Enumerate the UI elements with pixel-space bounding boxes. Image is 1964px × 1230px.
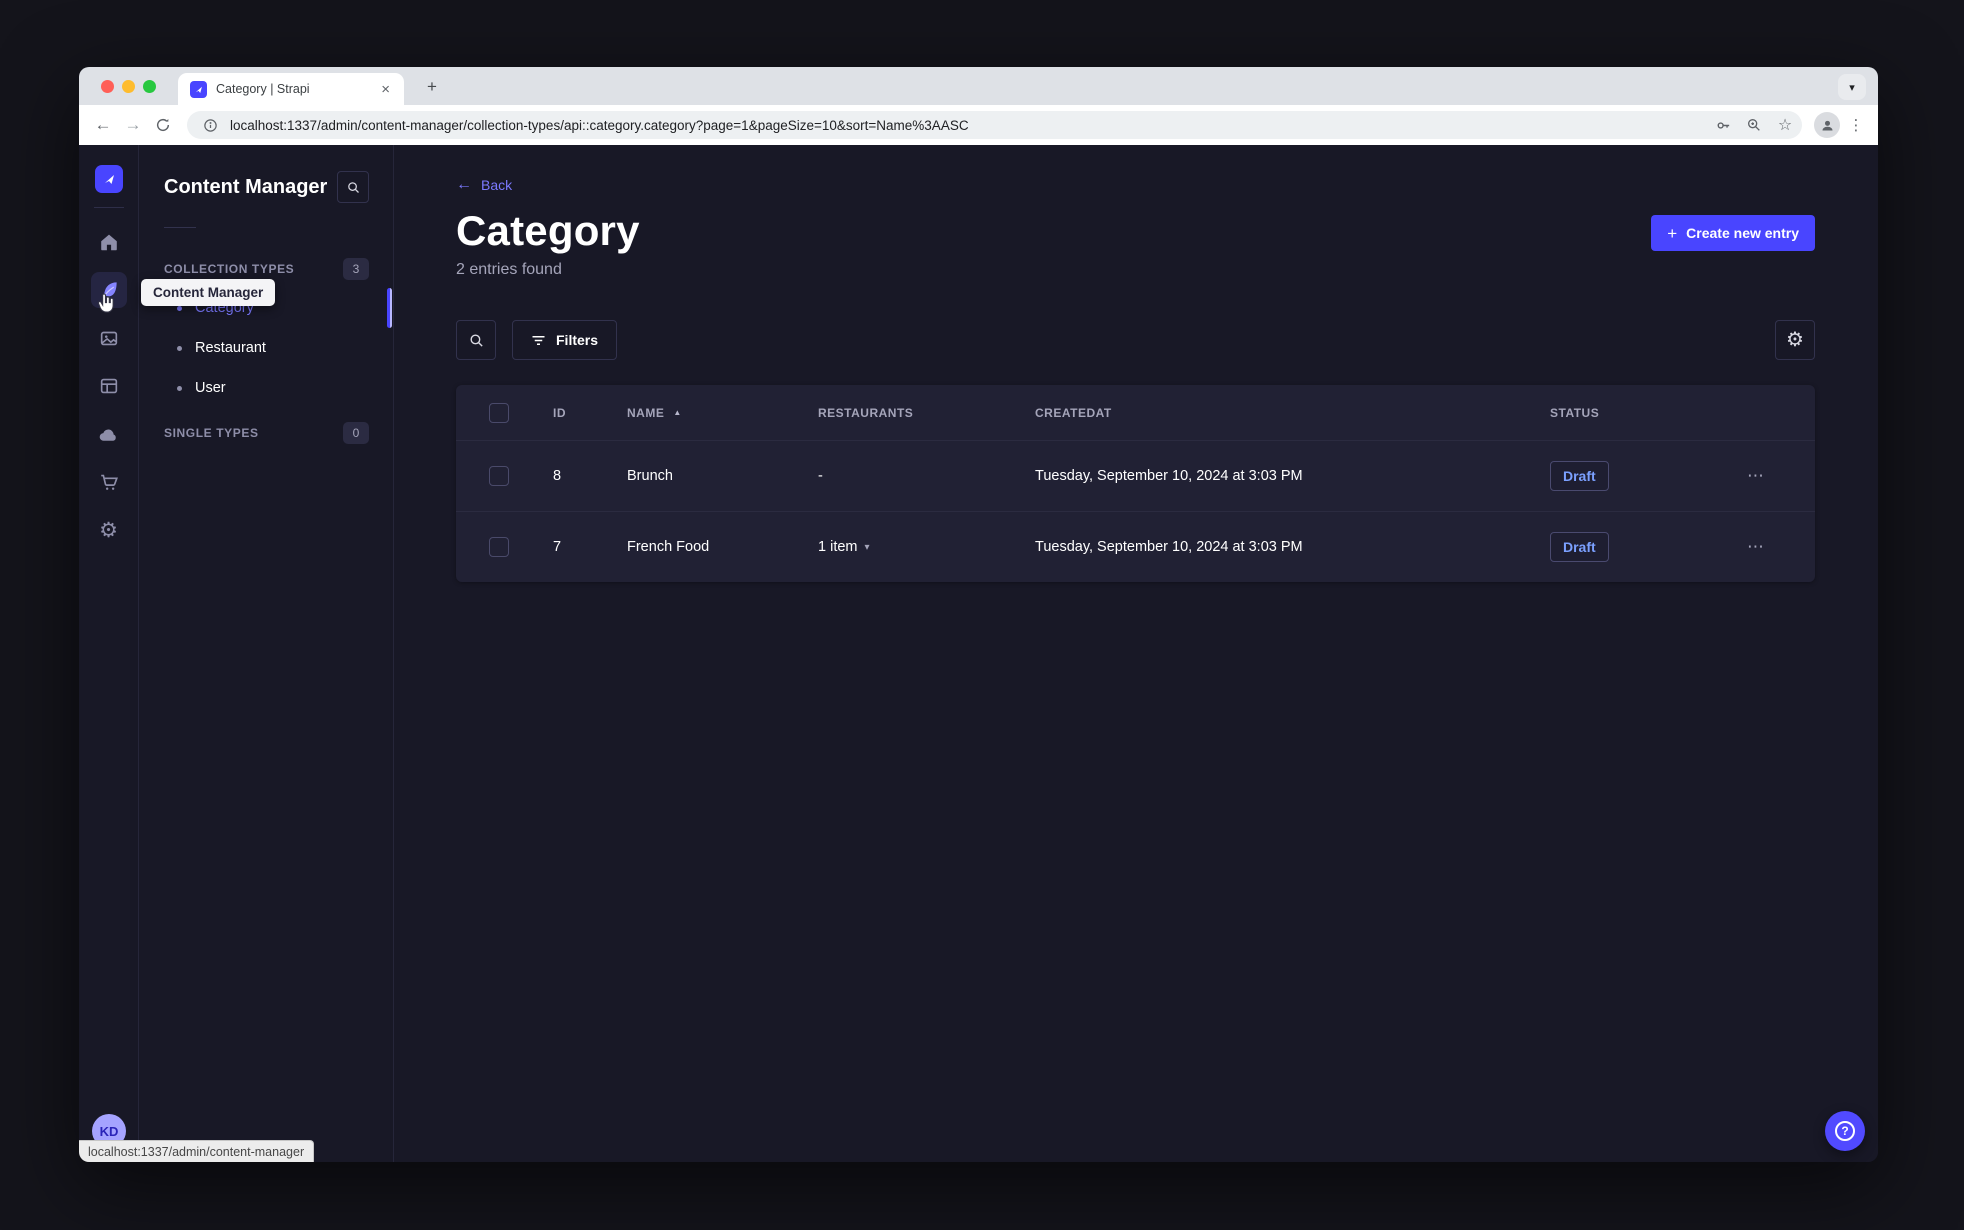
password-key-icon[interactable]	[1712, 114, 1734, 136]
cell-id: 8	[553, 468, 562, 484]
close-window-button[interactable]	[101, 80, 114, 93]
sidebar-item-restaurant[interactable]: Restaurant	[164, 328, 369, 368]
marketplace-cart-icon[interactable]	[91, 464, 127, 500]
select-all-checkbox[interactable]	[489, 402, 509, 423]
settings-gear-icon[interactable]: ⚙	[91, 512, 127, 548]
status-badge: Draft	[1550, 532, 1609, 562]
tab-search-chevron-icon[interactable]: ▾	[1838, 74, 1866, 100]
browser-tab[interactable]: Category | Strapi ×	[178, 73, 404, 105]
browser-toolbar: ← → localhost:1337/admin/content-manager…	[79, 105, 1878, 145]
tab-close-icon[interactable]: ×	[377, 80, 394, 99]
bullet-icon	[177, 305, 182, 311]
sidebar-item-label: User	[195, 380, 226, 396]
new-tab-button[interactable]: +	[419, 74, 445, 100]
browser-menu-icon[interactable]: ⋮	[1844, 116, 1868, 134]
row-checkbox[interactable]	[489, 537, 509, 557]
column-header-id[interactable]: ID	[553, 406, 627, 420]
search-button[interactable]	[456, 320, 496, 360]
filter-icon	[532, 335, 545, 345]
single-types-label: SINGLE TYPES	[164, 426, 259, 440]
cell-name: Brunch	[627, 468, 673, 484]
cloud-icon[interactable]	[91, 416, 127, 452]
table-row[interactable]: 8 Brunch - Tuesday, September 10, 2024 a…	[456, 440, 1815, 511]
bookmark-star-icon[interactable]: ☆	[1774, 114, 1796, 136]
browser-reload-button[interactable]	[149, 111, 177, 139]
home-icon[interactable]	[91, 224, 127, 260]
rail-divider	[93, 207, 124, 208]
subnav-search-button[interactable]	[337, 171, 369, 203]
table-row[interactable]: 7 French Food 1 item ▾ Tuesday, Septembe…	[456, 511, 1815, 582]
bullet-icon	[177, 345, 182, 351]
page-info-icon[interactable]	[199, 114, 221, 136]
strapi-favicon	[190, 80, 207, 98]
sidebar-item-label: Restaurant	[195, 340, 266, 356]
cell-restaurants[interactable]: 1 item ▾	[818, 539, 1035, 555]
cell-name: French Food	[627, 539, 710, 555]
back-label: Back	[481, 177, 513, 193]
back-link[interactable]: ← Back	[456, 176, 513, 194]
create-new-entry-button[interactable]: + Create new entry	[1651, 215, 1815, 251]
row-actions-icon[interactable]: ⋯	[1746, 537, 1815, 557]
content-type-builder-icon[interactable]	[91, 368, 127, 404]
plus-icon: +	[1667, 223, 1678, 243]
strapi-admin: ⚙ KD Content Manager COLLECTION TYPES 3	[79, 145, 1878, 1162]
cell-id: 7	[553, 539, 562, 555]
content-manager-tooltip: Content Manager	[141, 279, 276, 306]
column-header-createdat[interactable]: CREATEDAT	[1035, 406, 1550, 420]
browser-window: Category | Strapi × + ▾ ← → localhost:13…	[79, 67, 1878, 1162]
media-library-icon[interactable]	[91, 320, 127, 356]
column-header-name[interactable]: NAME ▲	[627, 406, 818, 420]
main-nav-rail: ⚙ KD	[79, 145, 139, 1162]
row-checkbox[interactable]	[489, 466, 509, 486]
help-icon: ?	[1835, 1121, 1855, 1141]
main-pane: ← Back Category 2 entries found + Create…	[394, 145, 1878, 1162]
browser-forward-button[interactable]: →	[119, 111, 147, 139]
subnav-title: Content Manager	[164, 175, 328, 198]
sidebar-item-user[interactable]: User	[164, 368, 369, 408]
view-settings-button[interactable]: ⚙	[1775, 320, 1815, 360]
address-bar[interactable]: localhost:1337/admin/content-manager/col…	[187, 111, 1802, 139]
collection-types-label: COLLECTION TYPES	[164, 262, 295, 276]
cell-createdat: Tuesday, September 10, 2024 at 3:03 PM	[1035, 468, 1303, 484]
entries-count: 2 entries found	[456, 261, 562, 278]
minimize-window-button[interactable]	[122, 80, 135, 93]
browser-tab-strip: Category | Strapi × + ▾	[79, 67, 1878, 105]
gear-icon: ⚙	[1786, 329, 1804, 351]
zoom-icon[interactable]	[1743, 114, 1765, 136]
browser-profile-avatar[interactable]	[1814, 112, 1840, 138]
page-title: Category	[456, 207, 640, 254]
url-text[interactable]: localhost:1337/admin/content-manager/col…	[230, 118, 1703, 133]
strapi-logo[interactable]	[94, 165, 123, 193]
cell-restaurants: -	[818, 468, 823, 484]
tab-title: Category | Strapi	[216, 82, 310, 96]
entries-table: ID NAME ▲ RESTAURANTS CREATEDAT STATUS 8…	[456, 385, 1815, 582]
chevron-down-icon: ▾	[864, 541, 870, 553]
single-types-count-badge: 0	[343, 422, 369, 444]
collection-types-count-badge: 3	[343, 258, 369, 280]
subnav-scrollbar-thumb[interactable]	[387, 288, 392, 328]
link-status-tooltip: localhost:1337/admin/content-manager	[79, 1140, 315, 1162]
window-controls	[101, 80, 156, 93]
content-manager-icon[interactable]	[90, 272, 127, 308]
table-header-row: ID NAME ▲ RESTAURANTS CREATEDAT STATUS	[456, 385, 1815, 440]
browser-back-button[interactable]: ←	[89, 111, 117, 139]
bullet-icon	[177, 385, 182, 391]
back-arrow-icon: ←	[456, 176, 472, 193]
help-button[interactable]: ?	[1825, 1111, 1865, 1151]
subnav-divider	[164, 227, 196, 228]
cell-createdat: Tuesday, September 10, 2024 at 3:03 PM	[1035, 539, 1303, 555]
row-actions-icon[interactable]: ⋯	[1746, 466, 1815, 486]
sort-ascending-icon: ▲	[673, 408, 682, 417]
filters-button[interactable]: Filters	[512, 320, 618, 360]
status-badge: Draft	[1550, 461, 1609, 491]
maximize-window-button[interactable]	[143, 80, 156, 93]
column-header-status[interactable]: STATUS	[1550, 406, 1746, 420]
column-header-restaurants[interactable]: RESTAURANTS	[818, 406, 1035, 420]
